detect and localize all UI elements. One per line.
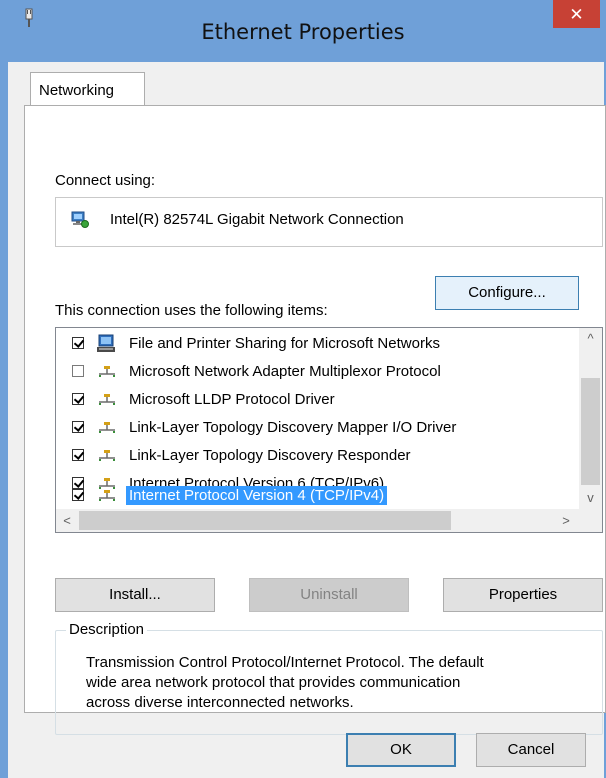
item-checkbox[interactable]	[72, 393, 84, 405]
uninstall-button: Uninstall	[249, 578, 409, 612]
list-item[interactable]: Link-Layer Topology Discovery Mapper I/O…	[56, 414, 576, 442]
items-listbox[interactable]: File and Printer Sharing for Microsoft N…	[55, 327, 603, 533]
description-line: across diverse interconnected networks.	[86, 694, 354, 711]
vertical-scroll-thumb[interactable]	[581, 378, 600, 485]
ok-button[interactable]: OK	[346, 733, 456, 767]
install-button[interactable]: Install...	[55, 578, 215, 612]
properties-button[interactable]: Properties	[443, 578, 603, 612]
cancel-button[interactable]: Cancel	[476, 733, 586, 767]
protocol-icon	[99, 366, 115, 377]
description-group: Description Transmission Control Protoco…	[55, 621, 603, 735]
networking-tab-panel: Connect using: Intel(R) 82574L Gigabit N…	[24, 105, 606, 735]
list-item[interactable]: Microsoft LLDP Protocol Driver	[56, 386, 576, 414]
item-label: Link-Layer Topology Discovery Mapper I/O…	[129, 419, 457, 436]
scroll-up-icon[interactable]: ^	[579, 328, 602, 350]
list-item[interactable]: File and Printer Sharing for Microsoft N…	[56, 330, 576, 358]
dialog-client-area: Networking Connect using: Intel(R) 82574…	[8, 62, 606, 778]
horizontal-scrollbar[interactable]: < >	[56, 509, 602, 532]
description-text: Transmission Control Protocol/Internet P…	[86, 653, 586, 713]
ethernet-properties-window: Ethernet Properties ✕ Networking Connect…	[0, 0, 606, 778]
adapter-field: Intel(R) 82574L Gigabit Network Connecti…	[55, 197, 603, 247]
item-label: Internet Protocol Version 4 (TCP/IPv4)	[126, 486, 388, 505]
item-label: File and Printer Sharing for Microsoft N…	[129, 335, 440, 352]
network-adapter-icon	[71, 211, 89, 228]
protocol-icon	[99, 394, 115, 405]
description-legend: Description	[66, 621, 148, 638]
scroll-left-icon[interactable]: <	[56, 509, 78, 532]
item-checkbox[interactable]	[72, 365, 84, 377]
scroll-corner	[579, 509, 602, 532]
list-item-selected[interactable]: Internet Protocol Version 4 (TCP/IPv4)	[56, 482, 576, 508]
description-line: Transmission Control Protocol/Internet P…	[86, 654, 484, 671]
description-line: wide area network protocol that provides…	[86, 674, 461, 691]
vertical-scrollbar[interactable]: ^ v	[579, 328, 602, 509]
item-label: Link-Layer Topology Discovery Responder	[129, 447, 411, 464]
close-button[interactable]: ✕	[553, 0, 600, 28]
configure-button[interactable]: Configure...	[435, 276, 579, 310]
protocol-icon	[99, 422, 115, 433]
protocol-icon	[99, 490, 115, 501]
item-checkbox[interactable]	[72, 449, 84, 461]
scroll-down-icon[interactable]: v	[579, 487, 602, 509]
protocol-icon	[99, 450, 115, 461]
horizontal-scroll-thumb[interactable]	[79, 511, 451, 530]
adapter-name: Intel(R) 82574L Gigabit Network Connecti…	[110, 211, 404, 228]
scroll-right-icon[interactable]: >	[555, 509, 577, 532]
list-item[interactable]: Microsoft Network Adapter Multiplexor Pr…	[56, 358, 576, 386]
item-label: Microsoft LLDP Protocol Driver	[129, 391, 335, 408]
list-item[interactable]: Link-Layer Topology Discovery Responder	[56, 442, 576, 470]
items-label: This connection uses the following items…	[55, 302, 328, 319]
item-checkbox[interactable]	[72, 421, 84, 433]
window-title: Ethernet Properties	[201, 20, 405, 44]
tab-networking[interactable]: Networking	[30, 72, 145, 106]
item-checkbox[interactable]	[72, 337, 84, 349]
connect-using-label: Connect using:	[55, 172, 156, 189]
item-checkbox[interactable]	[72, 489, 84, 501]
title-bar[interactable]: Ethernet Properties ✕	[0, 0, 606, 62]
network-service-icon	[97, 334, 115, 352]
item-label: Microsoft Network Adapter Multiplexor Pr…	[129, 363, 441, 380]
